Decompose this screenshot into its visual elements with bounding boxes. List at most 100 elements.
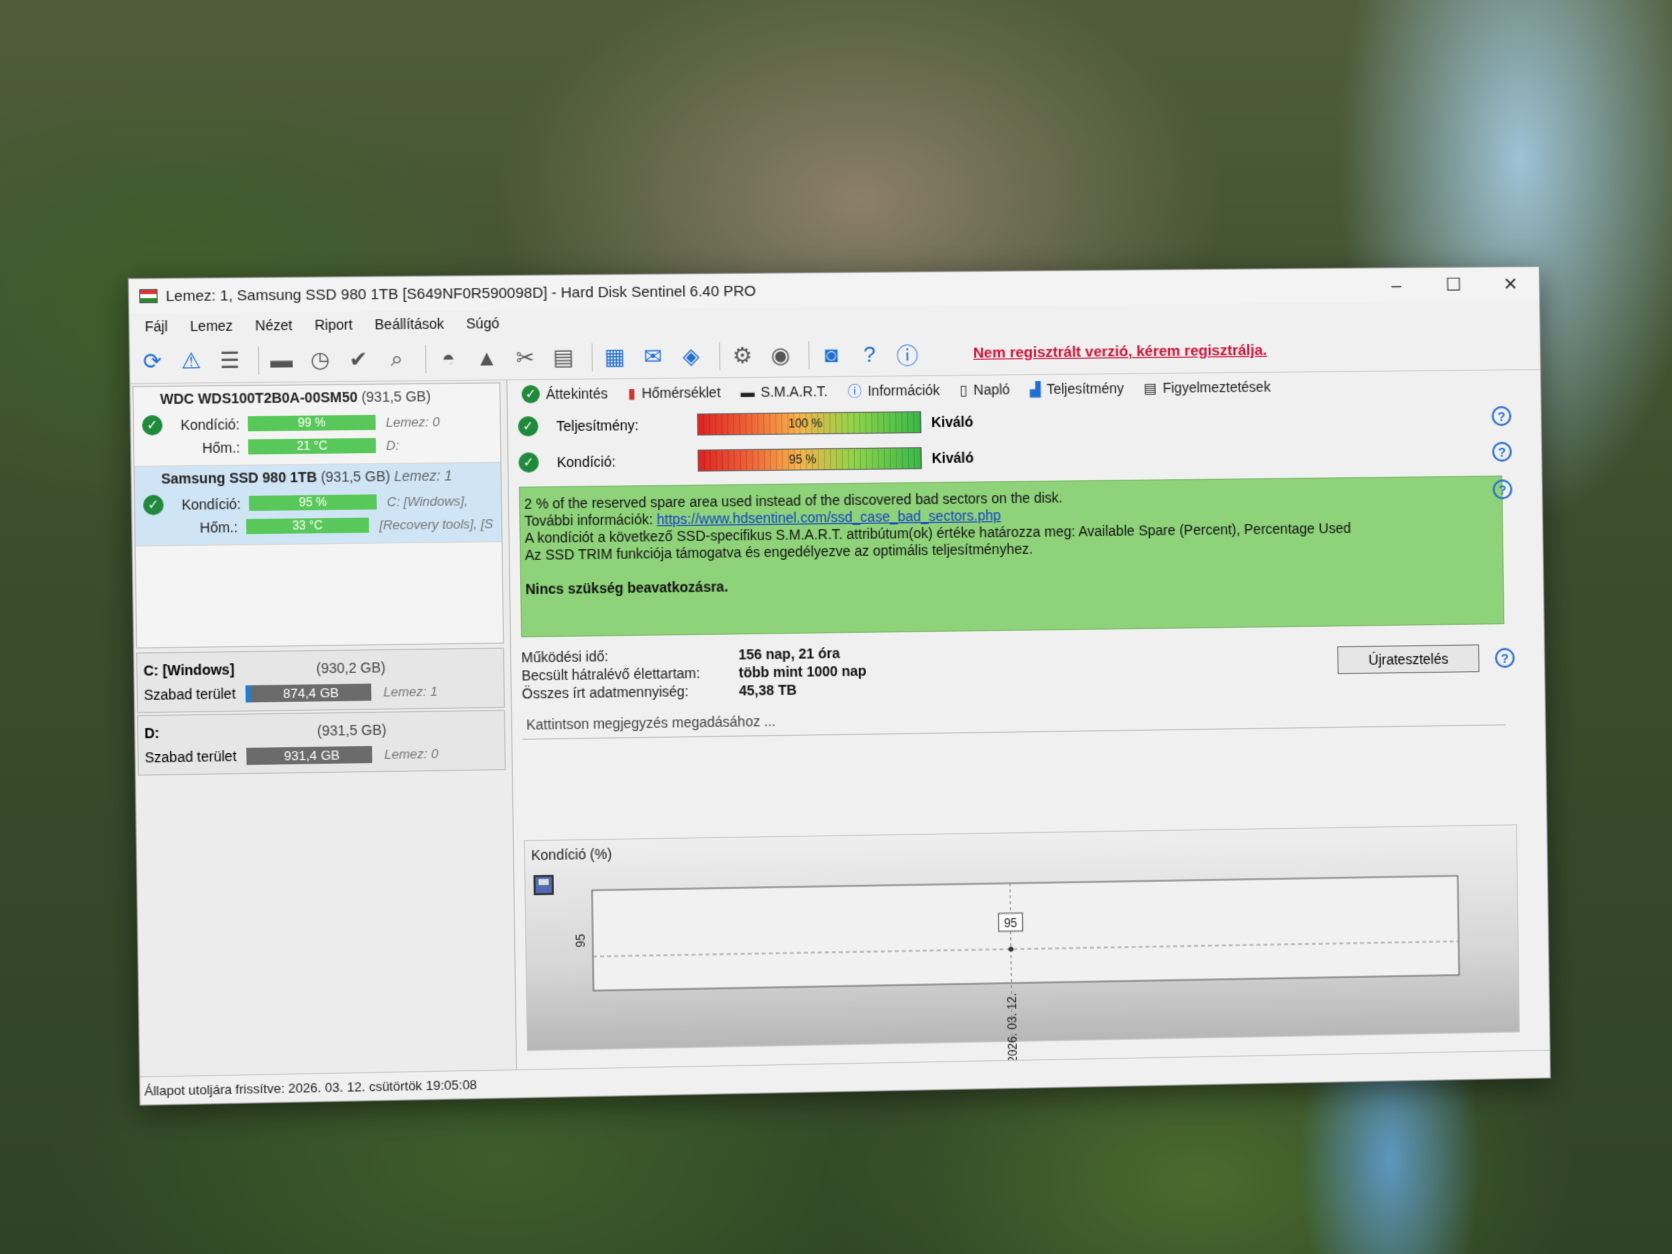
performance-value: 100 % [788, 416, 823, 431]
tab-smart[interactable]: ▬ S.M.A.R.T. [730, 383, 837, 400]
help-icon[interactable]: ? [1494, 647, 1515, 668]
retest-button[interactable]: Újratesztelés [1337, 644, 1480, 675]
menu-disk[interactable]: Lemez [179, 317, 244, 335]
tab-temperature[interactable]: ▮ Hőmérséklet [618, 384, 731, 402]
performance-gauge: 100 % [696, 411, 922, 436]
warning-triangle-icon[interactable]: ▲ [470, 342, 503, 374]
email-icon[interactable]: ✉ [637, 340, 670, 372]
tab-label: Teljesítmény [1046, 380, 1124, 397]
temp-label: Hőm.: [201, 438, 241, 456]
help-icon[interactable]: ? [1491, 406, 1512, 427]
disk-volumes: D: [385, 437, 400, 453]
written-value: 45,38 TB [738, 681, 797, 699]
refresh-warning-icon[interactable]: ⚠ [175, 345, 208, 378]
disk-header: WDC WDS100T2B0A-00SM50 (931,5 GB) [160, 388, 492, 407]
tab-alerts[interactable]: ▤ Figyelmeztetések [1134, 378, 1281, 396]
register-link[interactable]: Nem regisztrált verzió, kérem regisztrál… [973, 342, 1267, 362]
menu-view[interactable]: Nézet [244, 317, 304, 334]
disk-stats: Működési idő: 156 nap, 21 óra Becsült há… [521, 636, 1544, 704]
toolbar-separator [591, 342, 593, 371]
performance-label: Teljesítmény: [556, 417, 639, 435]
condition-chart: Kondíció (%) 95 95 2026. 03. 12. [523, 824, 1520, 1063]
more-info-label: További információk: [524, 511, 657, 529]
ok-check-icon: ✓ [521, 385, 540, 404]
toolbar-separator [719, 341, 721, 370]
tab-label: Hőmérséklet [641, 384, 721, 402]
disk-index: Lemez: 1 [393, 467, 453, 485]
temp-label: Hőm.: [199, 518, 238, 536]
tab-information[interactable]: ⓘ Információk [838, 380, 950, 401]
condition-label: Kondíció: [556, 453, 616, 471]
sound-icon[interactable]: ◉ [764, 339, 796, 371]
free-space-bar: 931,4 GB [246, 745, 373, 765]
condition-rating: Kiváló [931, 449, 974, 467]
ok-check-icon: ✓ [518, 452, 539, 473]
app-logo-icon [139, 288, 158, 304]
thermometer-icon: ▮ [627, 384, 636, 401]
disk-clock-icon[interactable]: ◷ [304, 343, 337, 376]
disk-icon[interactable]: ▬ [265, 344, 298, 377]
disk-check-icon[interactable]: ✔ [342, 343, 375, 376]
tab-label: Információk [867, 382, 940, 399]
disk-size: (931,5 GB) [320, 468, 391, 485]
info-icon[interactable]: ⓘ [891, 338, 923, 370]
volume-disk: Lemez: 0 [384, 745, 439, 762]
web-report-icon[interactable]: ◈ [675, 340, 708, 372]
disk-index: Lemez: 0 [385, 414, 440, 430]
volume-card-d[interactable]: D: (931,5 GB) Szabad terület 931,4 GB Le… [137, 709, 506, 776]
performance-chart-icon: ▟ [1029, 380, 1041, 397]
condition-gauge: 95 % [697, 447, 922, 472]
menu-file[interactable]: Fájl [133, 318, 179, 335]
help-icon[interactable]: ? [853, 338, 885, 370]
main-panel: ✓ Áttekintés ▮ Hőmérséklet ▬ S.M.A.R.T. … [511, 370, 1549, 1069]
disk-sidebar: WDC WDS100T2B0A-00SM50 (931,5 GB) ✓ Kond… [130, 380, 518, 1077]
menu-settings[interactable]: Beállítások [363, 316, 455, 333]
refresh-icon[interactable]: ⟳ [136, 345, 169, 378]
written-label: Összes írt adatmennyiség: [521, 683, 689, 702]
note-field[interactable]: Kattintson megjegyzés megadásához ... [522, 699, 1506, 740]
minimize-button[interactable]: – [1368, 268, 1426, 302]
ok-check-icon: ✓ [517, 416, 539, 437]
disk-volumes-more: [Recovery tools], [S [379, 516, 494, 533]
toolbar-separator [808, 340, 810, 369]
gear-icon[interactable]: ⚙ [726, 339, 759, 371]
condition-label: Kondíció: [181, 495, 241, 513]
performance-rating: Kiváló [931, 413, 974, 431]
volume-card-c[interactable]: C: [Windows] (930,2 GB) Szabad terület 8… [136, 647, 505, 714]
close-button[interactable]: ✕ [1482, 267, 1539, 301]
free-space-label: Szabad terület [143, 685, 236, 703]
tools-icon[interactable]: ✂ [509, 341, 542, 373]
volume-size: (930,2 GB) [316, 659, 386, 677]
condition-label: Kondíció: [180, 415, 240, 433]
free-space-label: Szabad terület [144, 747, 237, 766]
helmet-icon[interactable]: ◓ [432, 342, 465, 374]
maximize-button[interactable]: ☐ [1425, 267, 1483, 301]
data-label: 95 [1004, 916, 1018, 930]
tab-overview[interactable]: ✓ Áttekintés [511, 384, 617, 404]
disk-list-icon[interactable]: ☰ [213, 344, 246, 377]
condition-bar: 95 % [248, 494, 377, 511]
disk-volumes: C: [Windows], [386, 493, 468, 510]
disk-card-0[interactable]: WDC WDS100T2B0A-00SM50 (931,5 GB) ✓ Kond… [133, 383, 501, 467]
help-icon[interactable]: ? [1492, 441, 1512, 462]
tab-label: Figyelmeztetések [1162, 378, 1271, 396]
menu-help[interactable]: Súgó [455, 315, 510, 332]
disk-name: WDC WDS100T2B0A-00SM50 [159, 388, 358, 408]
conclusion-text: Nincs szükség beavatkozásra. [525, 578, 729, 598]
help-icon[interactable]: ? [1492, 479, 1513, 500]
y-tick-label: 95 [574, 934, 588, 948]
menu-report[interactable]: Riport [303, 316, 363, 333]
volume-disk: Lemez: 1 [383, 683, 438, 700]
tab-label: Napló [973, 381, 1011, 398]
disk-stack-icon[interactable]: ▤ [547, 341, 580, 373]
disk-search-icon[interactable]: ⌕ [381, 343, 414, 376]
tab-log[interactable]: ▯ Napló [950, 381, 1020, 399]
uptime-value: 156 nap, 21 óra [738, 645, 840, 663]
disk-card-1[interactable]: Samsung SSD 980 1TB (931,5 GB) Lemez: 1 … [134, 462, 502, 547]
screenshot-icon[interactable]: ◙ [815, 338, 847, 370]
disk-header: Samsung SSD 980 1TB (931,5 GB) Lemez: 1 [161, 467, 493, 486]
smart-icon: ▬ [740, 383, 755, 401]
disk-list: WDC WDS100T2B0A-00SM50 (931,5 GB) ✓ Kond… [132, 382, 504, 649]
tab-performance[interactable]: ▟ Teljesítmény [1020, 380, 1134, 398]
report-icon[interactable]: ▦ [598, 341, 631, 373]
